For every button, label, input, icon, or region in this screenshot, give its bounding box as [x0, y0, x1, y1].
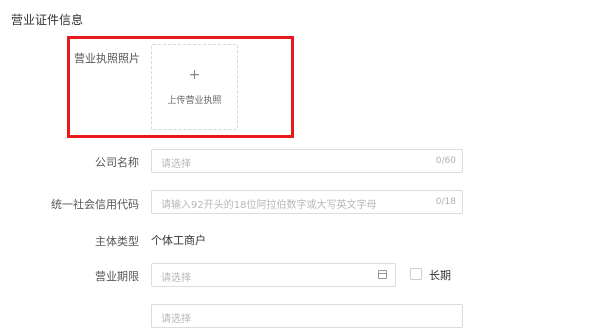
calendar-icon — [378, 270, 387, 279]
company-name-input[interactable]: 请选择 0/60 — [151, 149, 463, 173]
license-photo-label: 营业执照照片 — [74, 52, 140, 65]
company-name-placeholder: 请选择 — [161, 159, 191, 170]
partial-next-placeholder: 请选择 — [161, 314, 191, 325]
long-term-checkbox[interactable] — [410, 268, 422, 280]
plus-icon: + — [188, 67, 201, 83]
upload-license-text: 上传营业执照 — [167, 96, 222, 106]
section-title: 营业证件信息 — [11, 13, 84, 27]
license-upload-area[interactable]: + 上传营业执照 — [151, 44, 238, 130]
business-term-placeholder: 请选择 — [161, 273, 191, 284]
entity-type-label: 主体类型 — [95, 235, 139, 248]
credit-code-placeholder: 请输入92开头的18位阿拉伯数字或大写英文字母 — [161, 200, 377, 211]
credit-code-input[interactable]: 请输入92开头的18位阿拉伯数字或大写英文字母 0/18 — [151, 190, 463, 214]
credit-code-counter: 0/18 — [435, 197, 456, 207]
long-term-label[interactable]: 长期 — [429, 267, 451, 283]
entity-type-value: 个体工商户 — [151, 234, 206, 247]
company-name-label: 公司名称 — [95, 156, 139, 169]
business-term-label: 营业期限 — [95, 270, 139, 283]
business-term-date-picker[interactable]: 请选择 — [151, 263, 396, 287]
company-name-counter: 0/60 — [435, 156, 456, 166]
credit-code-label: 统一社会信用代码 — [51, 198, 139, 211]
partial-next-input[interactable]: 请选择 — [151, 304, 463, 328]
